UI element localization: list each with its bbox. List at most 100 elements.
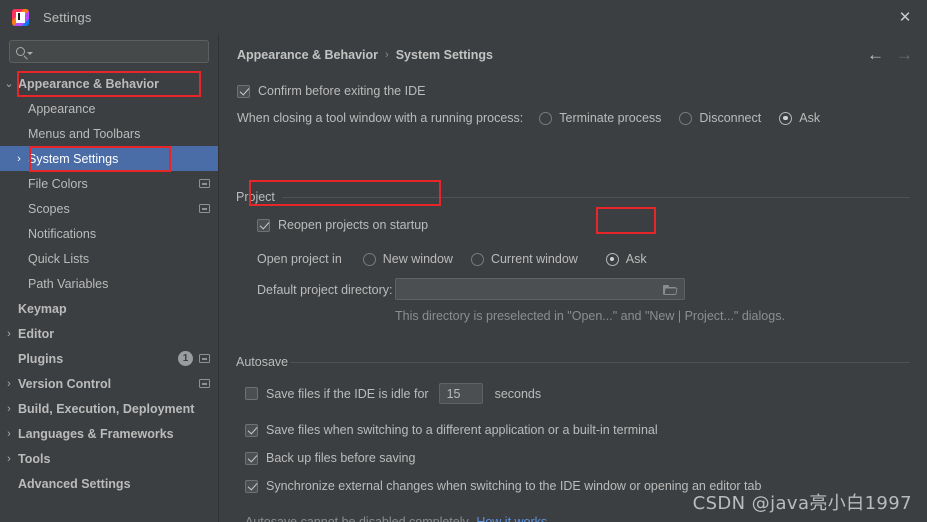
terminate-process-radio[interactable] [539,111,553,125]
sidebar-item-build-execution-deployment[interactable]: › Build, Execution, Deployment [0,396,218,421]
sidebar-item-path-variables[interactable]: Path Variables [0,271,218,296]
reopen-projects-row[interactable]: Reopen projects on startup [257,218,428,232]
search-input[interactable] [33,44,208,59]
reopen-projects-checkbox[interactable] [257,218,270,232]
how-it-works-link[interactable]: How it works [476,515,547,522]
chevron-right-icon[interactable]: › [10,153,28,165]
sidebar-item-keymap[interactable]: Keymap [0,296,218,321]
autosave-backup-checkbox[interactable] [245,451,258,465]
open-project-ask-radio[interactable] [605,252,619,266]
chevron-right-icon[interactable]: › [0,403,18,415]
autosave-switch-app-checkbox[interactable] [245,423,258,437]
confirm-exit-row[interactable]: Confirm before exiting the IDE [237,84,425,98]
autosave-switch-app-row[interactable]: Save files when switching to a different… [245,423,658,437]
autosave-sync-row[interactable]: Synchronize external changes when switch… [245,479,761,493]
current-window-label: Current window [490,252,578,266]
close-icon[interactable]: ✕ [883,0,927,34]
tool-window-option-terminate[interactable]: Terminate process [539,111,661,125]
copy-to-project-icon[interactable] [199,204,210,213]
autosave-idle-label-after: seconds [494,386,542,401]
sidebar-item-label: Appearance [28,101,96,116]
chevron-right-icon[interactable]: › [0,378,18,390]
settings-content: Confirm before exiting the IDE When clos… [220,78,927,522]
sidebar-item-label: Notifications [28,226,97,241]
sidebar-item-version-control[interactable]: › Version Control [0,371,218,396]
open-project-current-window-option[interactable]: Current window [470,252,578,266]
sidebar-item-tools[interactable]: › Tools [0,446,218,471]
terminate-process-label: Terminate process [559,111,662,125]
chevron-right-icon[interactable]: › [0,328,18,340]
ask-label: Ask [799,111,821,125]
current-window-radio[interactable] [470,252,484,266]
autosave-sync-label: Synchronize external changes when switch… [266,479,762,493]
title-bar: Settings ✕ [0,0,927,34]
sidebar-item-system-settings[interactable]: › System Settings [0,146,218,171]
sidebar-item-languages-frameworks[interactable]: › Languages & Frameworks [0,421,218,446]
ask-radio[interactable] [779,111,793,125]
sidebar-item-menus-and-toolbars[interactable]: Menus and Toolbars [0,121,218,146]
tool-window-option-disconnect[interactable]: Disconnect [679,111,761,125]
chevron-right-icon[interactable]: › [0,428,18,440]
breadcrumb-separator-icon: › [385,49,389,61]
window-title: Settings [43,9,92,25]
autosave-switch-app-label: Save files when switching to a different… [266,423,658,437]
copy-to-project-icon[interactable] [199,379,210,388]
search-area [0,34,218,63]
intellij-idea-logo-icon [12,8,29,26]
sidebar-item-label: Scopes [28,201,70,216]
project-group-title: Project [236,190,282,204]
autosave-group-title: Autosave [236,355,296,369]
autosave-group-divider [290,362,910,363]
default-project-directory-field[interactable] [395,278,685,300]
sidebar-item-label: Path Variables [28,276,109,291]
sidebar-item-label: Build, Execution, Deployment [18,401,195,416]
sidebar-item-label: Quick Lists [28,251,90,266]
sidebar-item-file-colors[interactable]: File Colors [0,171,218,196]
chevron-right-icon[interactable]: › [0,453,18,465]
sidebar-item-appearance-behavior[interactable]: ⌄ Appearance & Behavior [0,71,218,96]
settings-main-panel: Appearance & Behavior › System Settings … [220,34,927,522]
folder-icon[interactable] [663,284,678,295]
sidebar-item-scopes[interactable]: Scopes [0,196,218,221]
autosave-idle-checkbox[interactable] [245,387,258,400]
autosave-backup-label: Back up files before saving [266,451,416,465]
autosave-backup-row[interactable]: Back up files before saving [245,451,415,465]
project-group-divider [282,197,910,198]
open-project-new-window-option[interactable]: New window [362,252,453,266]
confirm-exit-checkbox[interactable] [237,84,250,98]
autosave-idle-row[interactable]: Save files if the IDE is idle for 15 sec… [245,383,541,404]
autosave-sync-checkbox[interactable] [245,479,258,493]
copy-to-project-icon[interactable] [199,354,210,363]
sidebar-item-label: Editor [18,326,55,341]
sidebar-item-label: Advanced Settings [18,476,131,491]
open-project-ask-option[interactable]: Ask [605,252,647,266]
chevron-down-icon[interactable]: ⌄ [0,77,18,90]
search-box[interactable] [9,40,209,63]
sidebar-item-editor[interactable]: › Editor [0,321,218,346]
copy-to-project-icon[interactable] [199,179,210,188]
forward-arrow-icon[interactable]: → [896,46,913,63]
sidebar-item-quick-lists[interactable]: Quick Lists [0,246,218,271]
open-project-in-row: Open project in New window Current windo… [257,252,647,266]
settings-tree: ⌄ Appearance & Behavior Appearance Menus an… [0,71,218,496]
sidebar-item-appearance[interactable]: Appearance [0,96,218,121]
sidebar-item-notifications[interactable]: Notifications [0,221,218,246]
autosave-idle-label-before: Save files if the IDE is idle for [266,386,429,401]
sidebar-item-label: Menus and Toolbars [28,126,141,141]
sidebar-item-advanced-settings[interactable]: Advanced Settings [0,471,218,496]
back-arrow-icon[interactable]: ← [867,46,884,63]
autosave-footer-text: Autosave cannot be disabled completely. [245,515,472,522]
sidebar-item-plugins[interactable]: Plugins 1 [0,346,218,371]
tool-window-label: When closing a tool window with a runnin… [237,111,524,125]
tool-window-option-ask[interactable]: Ask [779,111,820,125]
watermark: CSDN @java亮小白1997 [692,493,912,514]
breadcrumb: Appearance & Behavior › System Settings [237,48,493,62]
sidebar-item-label: Appearance & Behavior [18,76,160,91]
breadcrumb-leaf: System Settings [395,48,493,62]
autosave-idle-seconds-input[interactable]: 15 [438,383,483,404]
autosave-footer: Autosave cannot be disabled completely. … [245,515,547,522]
new-window-radio[interactable] [362,252,376,266]
breadcrumb-root[interactable]: Appearance & Behavior [237,48,378,62]
sidebar-item-label: Version Control [18,376,112,391]
disconnect-radio[interactable] [679,111,693,125]
